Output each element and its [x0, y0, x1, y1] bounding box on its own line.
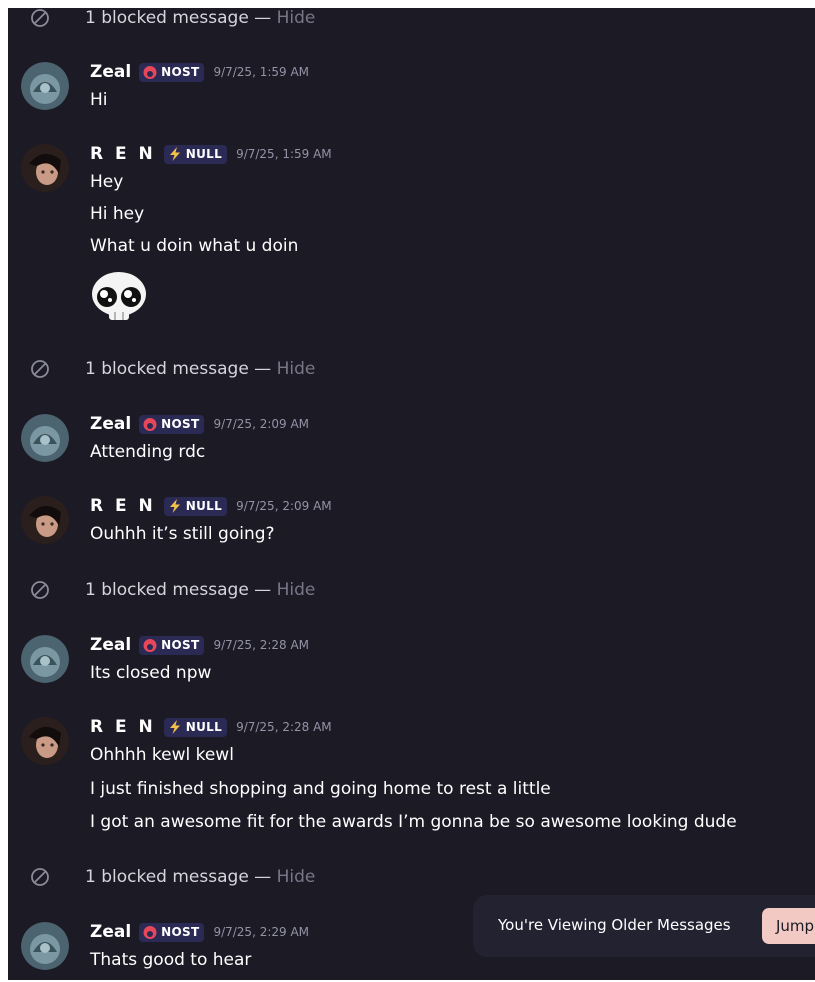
- author-name[interactable]: R E N: [90, 496, 156, 516]
- message-header: Zeal NOST 9/7/25, 1:59 AM: [90, 62, 309, 82]
- author-name[interactable]: Zeal: [90, 635, 131, 655]
- message-header: Zeal NOST 9/7/25, 2:28 AM: [90, 635, 309, 655]
- timestamp: 9/7/25, 2:28 AM: [213, 638, 310, 652]
- user-tag-label: NOST: [161, 65, 200, 79]
- chat-view: 1 blocked message — Hide Zeal NOST 9/7/2…: [8, 8, 815, 980]
- timestamp: 9/7/25, 2:29 AM: [213, 925, 310, 939]
- message-text: Thats good to hear: [90, 950, 252, 970]
- author-name[interactable]: Zeal: [90, 414, 131, 434]
- lightning-icon: [169, 720, 180, 734]
- timestamp: 9/7/25, 2:09 AM: [236, 499, 332, 513]
- jump-button-label: Jump: [776, 917, 815, 935]
- flame-icon: [143, 66, 157, 79]
- user-tag[interactable]: NULL: [163, 144, 228, 164]
- author-name[interactable]: Zeal: [90, 62, 131, 82]
- message-text: I just finished shopping and going home …: [90, 779, 551, 799]
- message-header: Zeal NOST 9/7/25, 2:09 AM: [90, 414, 309, 434]
- message-header: Zeal NOST 9/7/25, 2:29 AM: [90, 922, 309, 942]
- user-tag-label: NULL: [185, 499, 223, 513]
- blocked-message-row: 1 blocked message — Hide: [8, 567, 815, 613]
- avatar[interactable]: [21, 414, 69, 462]
- blocked-message-text: 1 blocked message — Hide: [85, 867, 316, 887]
- flame-icon: [143, 418, 157, 431]
- blocked-icon: [31, 9, 49, 27]
- timestamp: 9/7/25, 1:59 AM: [213, 65, 310, 79]
- older-messages-bar: You're Viewing Older Messages Jump: [473, 895, 815, 957]
- user-tag-label: NOST: [161, 417, 200, 431]
- user-tag-label: NULL: [185, 720, 223, 734]
- blocked-message-text: 1 blocked message — Hide: [85, 8, 316, 28]
- user-tag-label: NOST: [161, 925, 200, 939]
- jump-to-present-button[interactable]: Jump: [762, 908, 815, 944]
- message-text: Hey: [90, 172, 124, 192]
- message-text: Ouhhh it’s still going?: [90, 524, 275, 544]
- message-text: What u doin what u doin: [90, 236, 299, 256]
- message-text: Hi hey: [90, 204, 145, 224]
- avatar[interactable]: [21, 717, 69, 765]
- user-tag[interactable]: NOST: [139, 62, 205, 82]
- user-tag[interactable]: NOST: [139, 414, 205, 434]
- blocked-message-text: 1 blocked message — Hide: [85, 580, 316, 600]
- hide-blocked-link[interactable]: Hide: [277, 580, 316, 600]
- message-text: Hi: [90, 90, 108, 110]
- blocked-message-text: 1 blocked message — Hide: [85, 359, 316, 379]
- avatar[interactable]: [21, 144, 69, 192]
- blocked-message-row: 1 blocked message — Hide: [8, 8, 815, 41]
- avatar[interactable]: [21, 62, 69, 110]
- author-name[interactable]: R E N: [90, 144, 156, 164]
- hide-blocked-link[interactable]: Hide: [277, 359, 316, 379]
- hide-blocked-link[interactable]: Hide: [277, 867, 316, 887]
- blocked-icon: [31, 868, 49, 886]
- flame-icon: [143, 926, 157, 939]
- flame-icon: [143, 639, 157, 652]
- avatar[interactable]: [21, 922, 69, 970]
- crying-skull-sticker[interactable]: [88, 270, 150, 326]
- user-tag[interactable]: NOST: [139, 635, 205, 655]
- lightning-icon: [169, 147, 180, 161]
- user-tag[interactable]: NULL: [163, 717, 228, 737]
- user-tag[interactable]: NOST: [139, 922, 205, 942]
- message-text: Ohhhh kewl kewl: [90, 745, 234, 765]
- timestamp: 9/7/25, 2:28 AM: [236, 720, 332, 734]
- message-text: Its closed npw: [90, 663, 212, 683]
- user-tag-label: NOST: [161, 638, 200, 652]
- message-header: R E N NULL 9/7/25, 2:09 AM: [90, 496, 332, 516]
- avatar[interactable]: [21, 635, 69, 683]
- lightning-icon: [169, 499, 180, 513]
- author-name[interactable]: Zeal: [90, 922, 131, 942]
- author-name[interactable]: R E N: [90, 717, 156, 737]
- message-text: I got an awesome fit for the awards I’m …: [90, 812, 737, 832]
- avatar[interactable]: [21, 496, 69, 544]
- blocked-message-row: 1 blocked message — Hide: [8, 854, 815, 900]
- older-messages-text: You're Viewing Older Messages: [498, 916, 731, 934]
- blocked-icon: [31, 360, 49, 378]
- blocked-message-row: 1 blocked message — Hide: [8, 346, 815, 392]
- message-header: R E N NULL 9/7/25, 1:59 AM: [90, 144, 332, 164]
- user-tag[interactable]: NULL: [163, 496, 228, 516]
- blocked-icon: [31, 581, 49, 599]
- timestamp: 9/7/25, 1:59 AM: [236, 147, 332, 161]
- user-tag-label: NULL: [185, 147, 223, 161]
- message-text: Attending rdc: [90, 442, 206, 462]
- timestamp: 9/7/25, 2:09 AM: [213, 417, 310, 431]
- hide-blocked-link[interactable]: Hide: [277, 8, 316, 28]
- message-header: R E N NULL 9/7/25, 2:28 AM: [90, 717, 332, 737]
